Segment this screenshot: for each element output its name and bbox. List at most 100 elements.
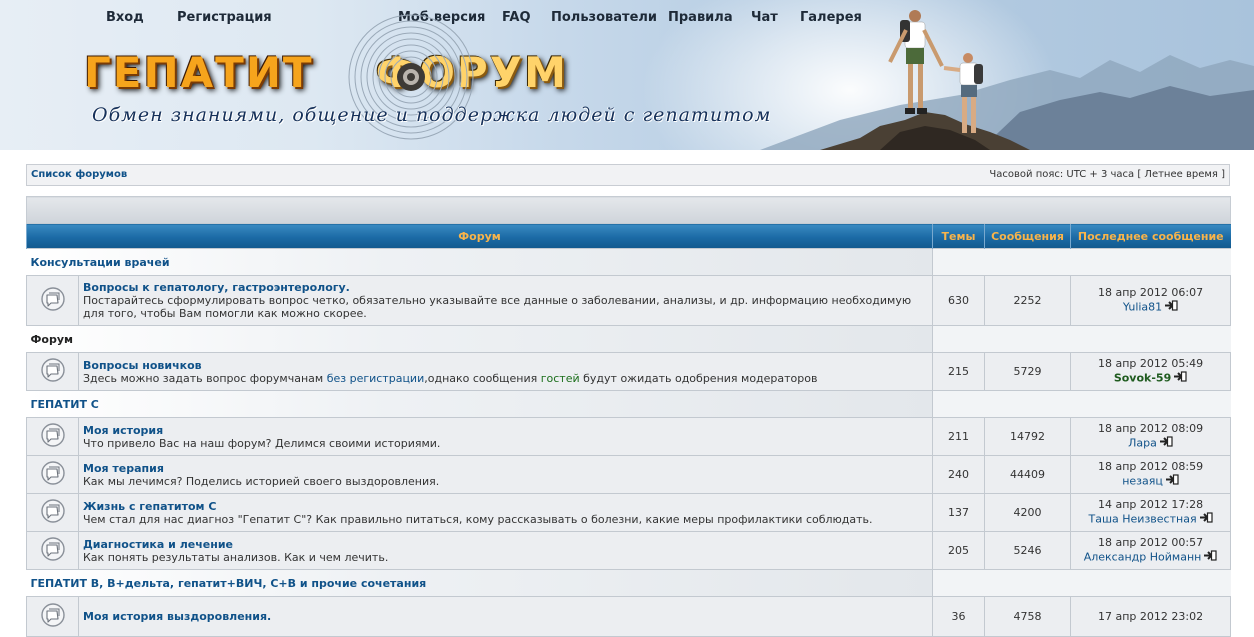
forum-title-link[interactable]: Вопросы к гепатологу, гастроэнтерологу. bbox=[83, 281, 928, 294]
header-topics: Темы bbox=[932, 223, 985, 249]
category-title[interactable]: Консультации врачей bbox=[26, 248, 933, 276]
nav-register-link[interactable]: Регистрация bbox=[177, 10, 272, 25]
forum-description: Как мы лечимся? Поделись историей своего… bbox=[83, 474, 440, 488]
topics-count: 36 bbox=[932, 596, 985, 637]
category-row: ГЕПАТИТ С bbox=[26, 390, 1231, 418]
forum-title-link[interactable]: Моя терапия bbox=[83, 462, 928, 475]
topics-count: 240 bbox=[932, 455, 985, 494]
go-to-last-post-icon[interactable] bbox=[1159, 436, 1173, 451]
last-post-author[interactable]: Александр Нойманн bbox=[1084, 551, 1202, 564]
logo-word-1: ГЕПАТИТ bbox=[84, 48, 314, 97]
topics-count: 137 bbox=[932, 493, 985, 532]
forum-status-cell bbox=[26, 417, 79, 456]
site-logo[interactable]: ГЕПАТИТ ФОРУМ bbox=[84, 14, 568, 140]
category-title[interactable]: ГЕПАТИТ С bbox=[26, 390, 933, 418]
category-row: Форум bbox=[26, 325, 1231, 353]
last-post-cell: 14 апр 2012 17:28 Таша Неизвестная bbox=[1069, 493, 1232, 532]
last-post-date: 18 апр 2012 08:59 bbox=[1097, 460, 1204, 473]
go-to-last-post-icon[interactable] bbox=[1173, 371, 1187, 386]
forum-row: Вопросы к гепатологу, гастроэнтерологу. П… bbox=[26, 275, 1232, 326]
nav-gallery-link[interactable]: Галерея bbox=[800, 10, 862, 25]
header-banner: Вход Регистрация Моб.версия FAQ Пользова… bbox=[0, 0, 1254, 150]
posts-count: 5729 bbox=[984, 352, 1071, 391]
go-to-last-post-icon[interactable] bbox=[1165, 474, 1179, 489]
table-spacer bbox=[25, 196, 1232, 224]
forum-row: Диагностика и лечение Как понять результа… bbox=[26, 531, 1232, 570]
timezone-info: Часовой пояс: UTC + 3 часа [ Летнее врем… bbox=[989, 169, 1225, 180]
forum-title-link[interactable]: Жизнь с гепатитом С bbox=[83, 500, 928, 513]
last-post-author[interactable]: Таша Неизвестная bbox=[1089, 513, 1197, 526]
last-post-author[interactable]: Yulia81 bbox=[1123, 301, 1162, 314]
forum-status-cell bbox=[26, 531, 79, 570]
topics-count: 630 bbox=[932, 275, 985, 326]
category-filler bbox=[931, 569, 1231, 597]
forum-read-icon bbox=[40, 286, 66, 316]
forum-title-link[interactable]: Диагностика и лечение bbox=[83, 538, 928, 551]
last-post-cell: 17 апр 2012 23:02 bbox=[1069, 596, 1232, 637]
forum-read-icon bbox=[40, 498, 66, 528]
forum-row: Моя история выздоровления. 36 4758 17 апр 2… bbox=[26, 596, 1232, 637]
breadcrumb-forum-index[interactable]: Список форумов bbox=[31, 169, 127, 180]
category-row: ГЕПАТИТ В, В+дельта, гепатит+ВИЧ, С+В и … bbox=[26, 569, 1231, 597]
logo-text: ГЕПАТИТ ФОРУМ bbox=[84, 48, 568, 97]
forum-row: Вопросы новичков Здесь можно задать вопро… bbox=[26, 352, 1232, 391]
category-title[interactable]: Форум bbox=[26, 325, 933, 353]
posts-count: 14792 bbox=[984, 417, 1071, 456]
forum-description-text: ,однако сообщения bbox=[424, 371, 541, 385]
forum-read-icon bbox=[40, 422, 66, 452]
topics-count: 215 bbox=[932, 352, 985, 391]
forum-info: Моя терапия Как мы лечимся? Поделись исто… bbox=[78, 455, 933, 494]
last-post-author[interactable]: незаяц bbox=[1122, 475, 1163, 488]
nav-faq-link[interactable]: FAQ bbox=[502, 10, 531, 25]
forum-status-cell bbox=[26, 352, 79, 391]
forum-info: Диагностика и лечение Как понять результа… bbox=[78, 531, 933, 570]
go-to-last-post-icon[interactable] bbox=[1203, 550, 1217, 565]
forum-info: Моя история Что привело Вас на наш форум?… bbox=[78, 417, 933, 456]
forum-status-cell bbox=[26, 493, 79, 532]
category-title[interactable]: ГЕПАТИТ В, В+дельта, гепатит+ВИЧ, С+В и … bbox=[26, 569, 933, 597]
forum-row: Жизнь с гепатитом С Чем стал для нас диаг… bbox=[26, 493, 1232, 532]
last-post-cell: 18 апр 2012 08:09 Лара bbox=[1069, 417, 1232, 456]
nav-login-link[interactable]: Вход bbox=[106, 10, 144, 25]
forum-status-cell bbox=[26, 275, 79, 326]
last-post-cell: 18 апр 2012 06:07 Yulia81 bbox=[1069, 275, 1232, 326]
header-forum: Форум bbox=[26, 223, 933, 249]
go-to-last-post-icon[interactable] bbox=[1164, 300, 1178, 315]
last-post-date: 17 апр 2012 23:02 bbox=[1097, 609, 1204, 623]
topics-count: 205 bbox=[932, 531, 985, 570]
forum-title-link[interactable]: Моя история выздоровления. bbox=[83, 610, 928, 623]
top-navigation: Вход Регистрация Моб.версия FAQ Пользова… bbox=[0, 10, 1254, 30]
forum-title-link[interactable]: Моя история bbox=[83, 424, 928, 437]
go-to-last-post-icon[interactable] bbox=[1199, 512, 1213, 527]
posts-count: 5246 bbox=[984, 531, 1071, 570]
last-post-date: 18 апр 2012 08:09 bbox=[1097, 422, 1204, 435]
forum-description: Здесь можно задать вопрос форумчанам без… bbox=[83, 372, 928, 385]
posts-count: 44409 bbox=[984, 455, 1071, 494]
posts-count: 2252 bbox=[984, 275, 1071, 326]
forum-read-icon bbox=[40, 602, 66, 632]
last-post-cell: 18 апр 2012 08:59 незаяц bbox=[1069, 455, 1232, 494]
nav-chat-link[interactable]: Чат bbox=[751, 10, 778, 25]
breadcrumb-bar: Список форумов Часовой пояс: UTC + 3 час… bbox=[26, 164, 1230, 186]
last-post-author[interactable]: Sovok-59 bbox=[1114, 372, 1171, 385]
forum-row: Моя история Что привело Вас на наш форум?… bbox=[26, 417, 1232, 456]
nav-users-link[interactable]: Пользователи bbox=[551, 10, 657, 25]
posts-count: 4758 bbox=[984, 596, 1071, 637]
forum-status-cell bbox=[26, 596, 79, 637]
forum-description: Что привело Вас на наш форум? Делимся св… bbox=[83, 436, 441, 450]
forum-info: Моя история выздоровления. bbox=[78, 596, 933, 637]
last-post-date: 14 апр 2012 17:28 bbox=[1097, 498, 1204, 511]
forum-info: Жизнь с гепатитом С Чем стал для нас диаг… bbox=[78, 493, 933, 532]
forum-read-icon bbox=[40, 357, 66, 387]
nav-rules-link[interactable]: Правила bbox=[668, 10, 733, 25]
last-post-date: 18 апр 2012 00:57 bbox=[1097, 536, 1204, 549]
forum-title-link[interactable]: Вопросы новичков bbox=[83, 359, 928, 372]
no-registration-link[interactable]: без регистрации bbox=[327, 372, 425, 385]
last-post-author[interactable]: Лара bbox=[1128, 437, 1157, 450]
last-post-date: 18 апр 2012 06:07 bbox=[1097, 286, 1204, 299]
forum-description-text: Здесь можно задать вопрос форумчанам bbox=[83, 371, 327, 385]
header-posts: Сообщения bbox=[984, 223, 1071, 249]
topics-count: 211 bbox=[932, 417, 985, 456]
last-post-cell: 18 апр 2012 00:57 Александр Нойманн bbox=[1069, 531, 1232, 570]
forum-description: Постарайтесь сформулировать вопрос четко… bbox=[83, 294, 912, 320]
